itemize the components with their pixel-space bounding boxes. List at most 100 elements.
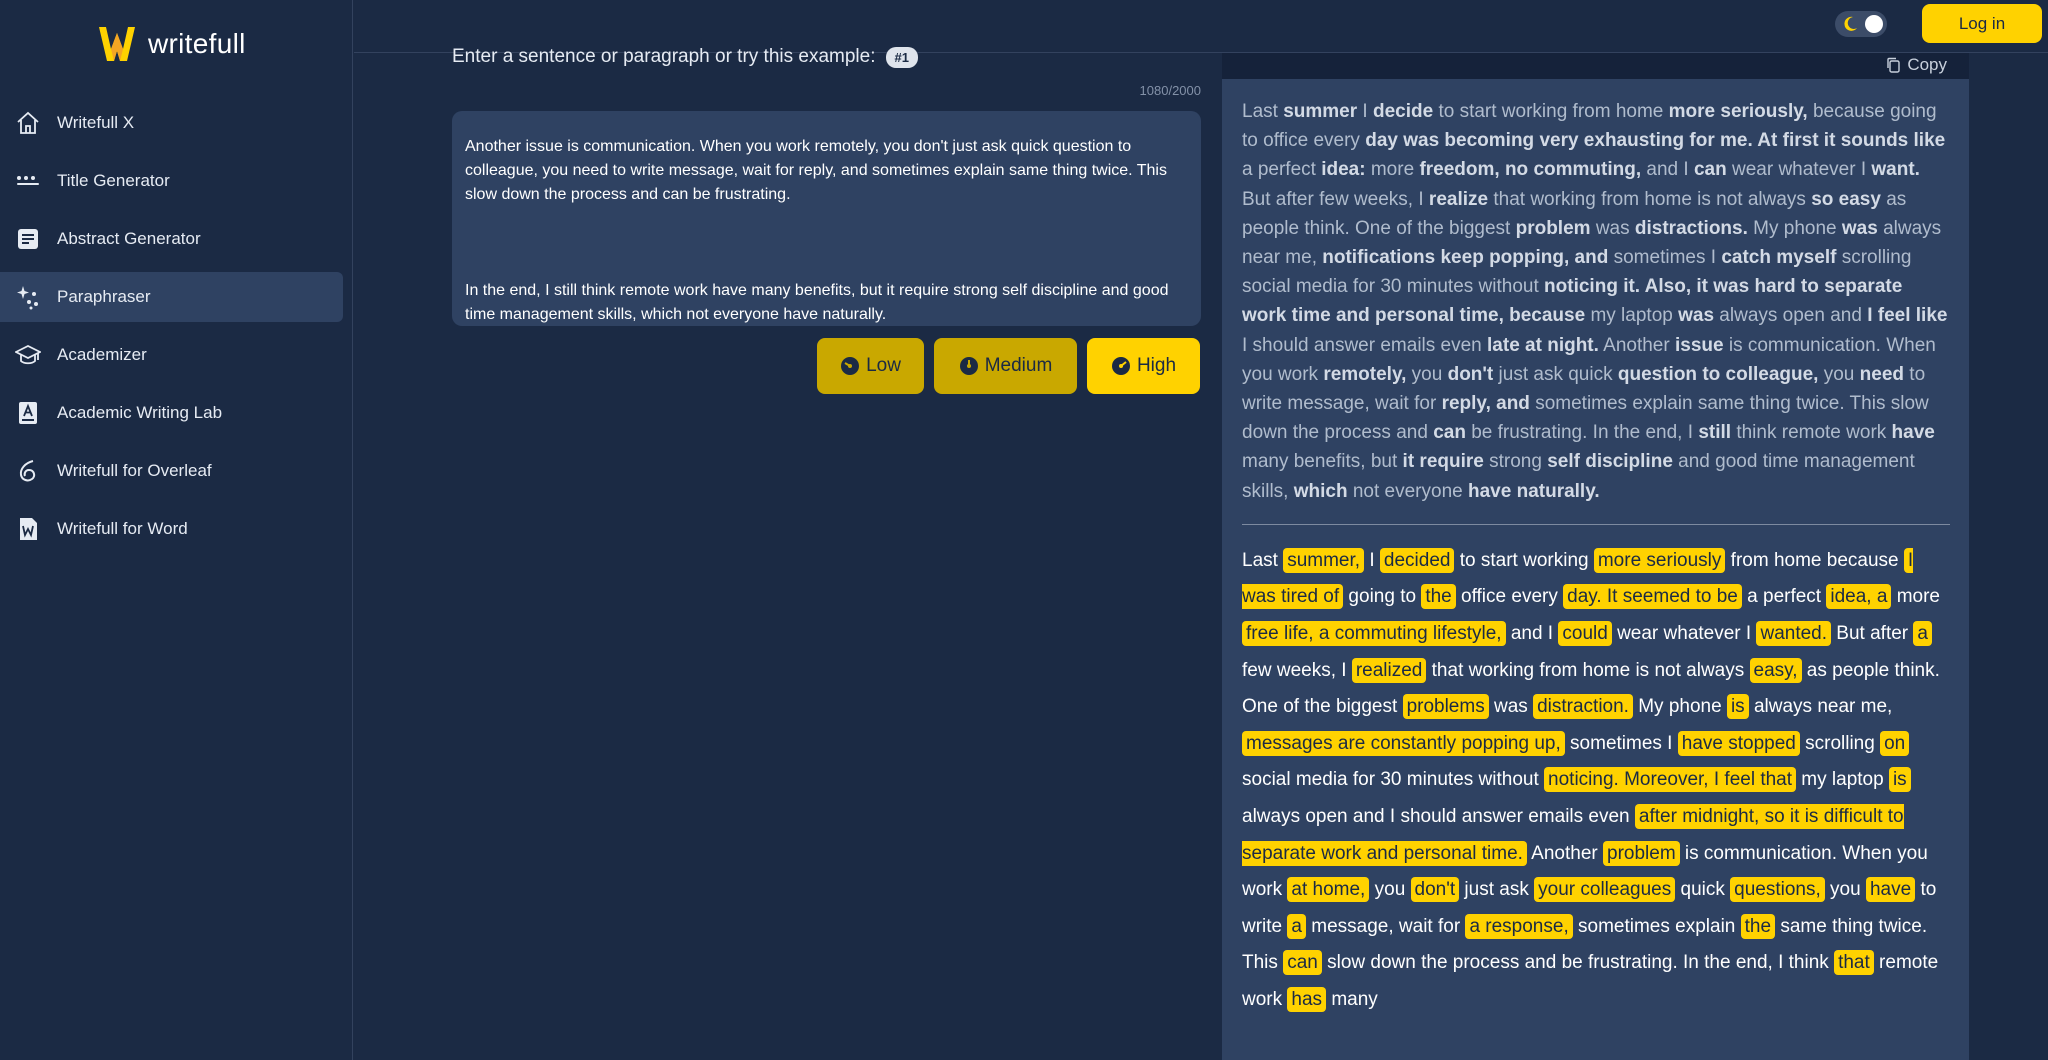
sparkle-icon — [12, 281, 44, 313]
highlighted-change[interactable]: day. It seemed to be — [1563, 584, 1742, 610]
changed-phrase: more seriously, — [1668, 101, 1808, 122]
sidebar-item-academic-writing-lab[interactable]: Academic Writing Lab — [0, 388, 343, 438]
highlighted-change[interactable]: is — [1726, 694, 1749, 720]
changed-phrase: I feel like — [1867, 305, 1948, 327]
highlighted-change[interactable]: after midnight, so it is difficult to se… — [1242, 804, 1904, 866]
highlighted-change[interactable]: more seriously — [1593, 547, 1726, 573]
login-button[interactable]: Log in — [1922, 4, 2042, 43]
highlighted-change[interactable]: have stopped — [1677, 730, 1800, 756]
sidebar-item-label: Title Generator — [57, 171, 170, 190]
highlighted-change[interactable]: problems — [1402, 694, 1489, 720]
sidebar: writefull Writefull X Title Generator Ab… — [0, 0, 353, 1060]
sidebar-item-writefull-for-word[interactable]: Writefull for Word — [0, 504, 343, 554]
sidebar-item-writefull-for-overleaf[interactable]: Writefull for Overleaf — [0, 446, 343, 496]
copy-button[interactable]: Copy — [1886, 55, 1947, 75]
sidebar-nav: Writefull X Title Generator Abstract Gen… — [0, 98, 353, 562]
output-panel: Copy Last summer I decide to start worki… — [1222, 53, 1969, 1060]
gauge-high-icon — [1111, 357, 1130, 375]
changed-phrase: day was becoming very exhausting for me.… — [1365, 130, 1946, 152]
highlighted-change[interactable]: idea, a — [1826, 584, 1892, 610]
changed-phrase: catch myself — [1721, 247, 1837, 269]
sidebar-item-abstract-generator[interactable]: Abstract Generator — [0, 214, 343, 264]
highlighted-change[interactable]: has — [1287, 986, 1327, 1012]
highlighted-change[interactable]: free life, a commuting lifestyle, — [1242, 621, 1506, 647]
text-input[interactable]: Another issue is communication. When you… — [452, 111, 1201, 326]
highlighted-change[interactable]: a — [1287, 913, 1306, 939]
sidebar-item-label: Writefull for Overleaf — [57, 461, 212, 480]
changed-phrase: distractions. — [1634, 217, 1748, 239]
level-label: Low — [866, 355, 901, 376]
highlighted-change[interactable]: have — [1865, 877, 1916, 903]
highlighted-change[interactable]: decided — [1379, 547, 1455, 573]
sidebar-item-academizer[interactable]: Academizer — [0, 330, 343, 380]
highlighted-change[interactable]: at home, — [1287, 877, 1370, 903]
moon-icon — [1844, 16, 1857, 31]
highlighted-change[interactable]: on — [1880, 730, 1910, 756]
sidebar-item-writefull-x[interactable]: Writefull X — [0, 98, 343, 148]
changed-phrase: which — [1293, 480, 1348, 502]
highlighted-change[interactable]: problem — [1603, 840, 1680, 866]
sidebar-item-label: Writefull X — [57, 113, 135, 132]
input-paragraph: In the end, I still think remote work ha… — [465, 282, 1169, 323]
highlighted-change[interactable]: noticing. Moreover, I feel that — [1544, 767, 1797, 793]
highlighted-change[interactable]: questions, — [1730, 877, 1825, 903]
sidebar-item-label: Academizer — [57, 345, 147, 364]
changed-phrase: problem — [1515, 217, 1591, 239]
level-high-button[interactable]: High — [1087, 338, 1200, 394]
highlighted-change[interactable]: a — [1913, 621, 1932, 647]
level-low-button[interactable]: Low — [817, 338, 924, 394]
highlighted-change[interactable]: is — [1888, 767, 1911, 793]
changed-phrase: freedom, no commuting, — [1419, 159, 1642, 181]
highlighted-change[interactable]: the — [1421, 584, 1456, 610]
changed-phrase: issue — [1674, 334, 1724, 356]
input-prompt: Enter a sentence or paragraph or try thi… — [452, 46, 918, 68]
input-paragraph: Another issue is communication. When you… — [465, 138, 1167, 203]
changed-phrase: was — [1678, 305, 1715, 327]
original-text: Last summer I decide to start working fr… — [1242, 101, 1948, 502]
level-label: Medium — [984, 355, 1053, 376]
highlighted-change[interactable]: don't — [1410, 877, 1460, 903]
level-medium-button[interactable]: Medium — [934, 338, 1077, 394]
brand-name: writefull — [148, 28, 246, 59]
sidebar-item-label: Paraphraser — [57, 287, 151, 306]
output-header: Copy — [1222, 53, 1969, 79]
highlighted-change[interactable]: easy, — [1749, 657, 1802, 683]
copy-label: Copy — [1907, 55, 1947, 74]
changed-phrase: it require — [1402, 451, 1484, 473]
home-icon — [12, 107, 44, 139]
changed-phrase: realize — [1428, 188, 1489, 210]
highlighted-change[interactable]: your colleagues — [1534, 877, 1676, 903]
changed-phrase: noticing it. Also, it was hard to separa… — [1242, 276, 1903, 327]
highlighted-change[interactable]: a response, — [1465, 913, 1573, 939]
highlighted-change[interactable]: the — [1740, 913, 1776, 939]
book-icon — [12, 397, 44, 429]
writefull-logo-icon — [99, 27, 135, 61]
overleaf-icon — [12, 455, 44, 487]
gauge-medium-icon — [959, 357, 978, 375]
changed-phrase: can — [1693, 159, 1727, 181]
changed-phrase: so easy — [1811, 188, 1881, 210]
paraphrased-text: Last summer, I decided to start working … — [1242, 547, 1940, 1012]
changed-phrase: have — [1891, 422, 1935, 444]
highlighted-change[interactable]: could — [1558, 621, 1612, 647]
changed-phrase: was — [1841, 217, 1878, 239]
changed-phrase: question to colleague, — [1617, 363, 1819, 385]
theme-toggle[interactable] — [1835, 11, 1887, 37]
highlighted-change[interactable]: messages are constantly popping up, — [1242, 730, 1565, 756]
copy-icon — [1887, 57, 1901, 73]
sidebar-item-title-generator[interactable]: Title Generator — [0, 156, 343, 206]
highlighted-change[interactable]: realized — [1351, 657, 1427, 683]
changed-phrase: idea: — [1321, 159, 1366, 181]
highlighted-change[interactable]: wanted. — [1756, 621, 1832, 647]
example-chip[interactable]: #1 — [885, 46, 918, 68]
highlighted-change[interactable]: distraction. — [1533, 694, 1633, 720]
highlighted-change[interactable]: can — [1283, 950, 1322, 976]
changed-phrase: self discipline — [1547, 451, 1673, 473]
highlighted-change[interactable]: that — [1834, 950, 1874, 976]
changed-phrase: reply, and — [1441, 393, 1530, 415]
toggle-knob — [1865, 15, 1883, 33]
sidebar-item-paraphraser[interactable]: Paraphraser — [0, 272, 343, 322]
changed-phrase: can — [1433, 422, 1466, 444]
logo[interactable]: writefull — [96, 22, 246, 66]
highlighted-change[interactable]: summer, — [1283, 547, 1365, 573]
